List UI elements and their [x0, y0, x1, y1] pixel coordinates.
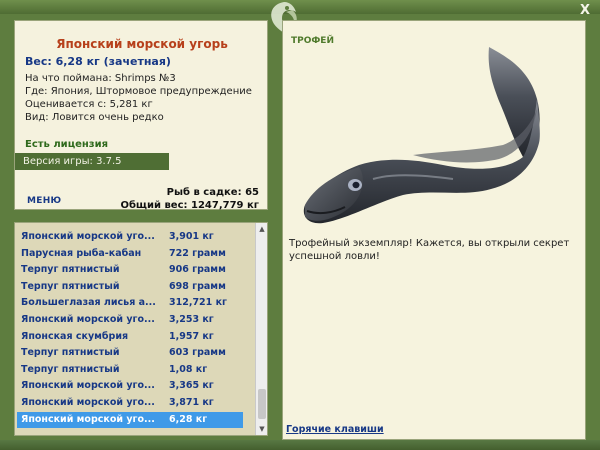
list-item[interactable]: Парусная рыба-кабан 722 грамм	[17, 246, 243, 262]
list-item-weight: 3,365 кг	[169, 380, 214, 392]
list-item-name: Терпуг пятнистый	[21, 280, 120, 292]
list-item-name: Японская скумбрия	[21, 330, 129, 342]
fish-rarity: Вид: Ловится очень редко	[25, 112, 164, 123]
list-item-name: Японский морской уго...	[21, 413, 155, 425]
list-item[interactable]: Японский морской уго... 3,253 кг	[17, 312, 243, 328]
list-item[interactable]: Японский морской уго... 3,365 кг	[17, 378, 243, 394]
list-item[interactable]: Японская скумбрия 1,957 кг	[17, 329, 243, 345]
list-item-weight: 1,957 кг	[169, 330, 214, 342]
license-status: Есть лицензия	[25, 139, 109, 150]
list-item[interactable]: Терпуг пятнистый 906 грамм	[17, 262, 243, 278]
list-item[interactable]: Терпуг пятнистый 603 грамм	[17, 345, 243, 361]
fish-info-panel: Японский морской угорь Вес: 6,28 кг (зач…	[14, 20, 268, 211]
caught-fish-list[interactable]: Японский морской уго... 3,901 кг Парусная …	[14, 222, 268, 436]
fish-location: Где: Япония, Штормовое предупреждение	[25, 86, 252, 97]
list-item[interactable]: Терпуг пятнистый 1,08 кг	[17, 362, 243, 378]
keepnet-total-weight: Общий вес: 1247,779 кг	[120, 200, 259, 211]
list-item[interactable]: Терпуг пятнистый 698 грамм	[17, 279, 243, 295]
list-item-name: Терпуг пятнистый	[21, 347, 120, 359]
menu-button[interactable]: МЕНЮ	[27, 196, 61, 206]
fish-bait: На что поймана: Shrimps №3	[25, 73, 176, 84]
trophy-message: Трофейный экземпляр! Кажется, вы открыли…	[289, 238, 570, 262]
list-item-name: Японский морской уго...	[21, 231, 155, 242]
window-bottom-frame	[0, 440, 600, 450]
fish-name-title: Японский морской угорь	[56, 37, 228, 51]
list-scrollbar[interactable]: ▲ ▼	[255, 223, 267, 435]
game-version: Версия игры: 3.7.5	[15, 153, 169, 170]
fish-valued-from: Оценивается с: 5,281 кг	[25, 99, 153, 110]
scroll-up-arrow-icon[interactable]: ▲	[256, 223, 267, 235]
list-item-weight: 906 грамм	[169, 264, 226, 276]
hotkeys-link[interactable]: Горячие клавиши	[286, 424, 384, 435]
list-item-weight: 6,28 кг	[169, 413, 208, 425]
list-item-name: Большеглазая лисья а...	[21, 297, 156, 309]
list-item-name: Японский морской уго...	[21, 397, 155, 408]
list-item-weight: 3,901 кг	[169, 231, 214, 242]
list-item-name: Японский морской уго...	[21, 314, 155, 325]
list-item[interactable]: Японский морской уго... 3,871 кг	[17, 395, 243, 411]
list-item-weight: 1,08 кг	[169, 363, 208, 375]
list-item[interactable]: Большеглазая лисья а... 312,721 кг	[17, 295, 243, 311]
list-item-name: Терпуг пятнистый	[21, 264, 120, 276]
list-item[interactable]: Японский морской уго... 3,901 кг	[17, 229, 243, 245]
scroll-thumb[interactable]	[258, 389, 266, 419]
list-item-name: Японский морской уго...	[21, 380, 155, 392]
list-item-weight: 312,721 кг	[169, 297, 227, 309]
close-button[interactable]: X	[576, 3, 594, 19]
scroll-down-arrow-icon[interactable]: ▼	[256, 423, 267, 435]
list-item-weight: 722 грамм	[169, 247, 226, 259]
keepnet-count: Рыб в садке: 65	[166, 187, 259, 198]
trophy-panel: ТРОФЕЙ Трофейный экземпляр! Кажется, вы …	[282, 20, 586, 440]
list-item-weight: 3,253 кг	[169, 314, 214, 325]
list-item[interactable]: Японский морской уго... 6,28 кг	[17, 411, 243, 428]
list-item-weight: 698 грамм	[169, 280, 226, 292]
list-item-weight: 3,871 кг	[169, 397, 214, 408]
list-item-name: Парусная рыба-кабан	[21, 247, 142, 259]
eel-fish-image	[303, 47, 540, 224]
list-item-weight: 603 грамм	[169, 347, 226, 359]
list-item-name: Терпуг пятнистый	[21, 363, 120, 375]
fish-weight: Вес: 6,28 кг (зачетная)	[25, 55, 171, 68]
